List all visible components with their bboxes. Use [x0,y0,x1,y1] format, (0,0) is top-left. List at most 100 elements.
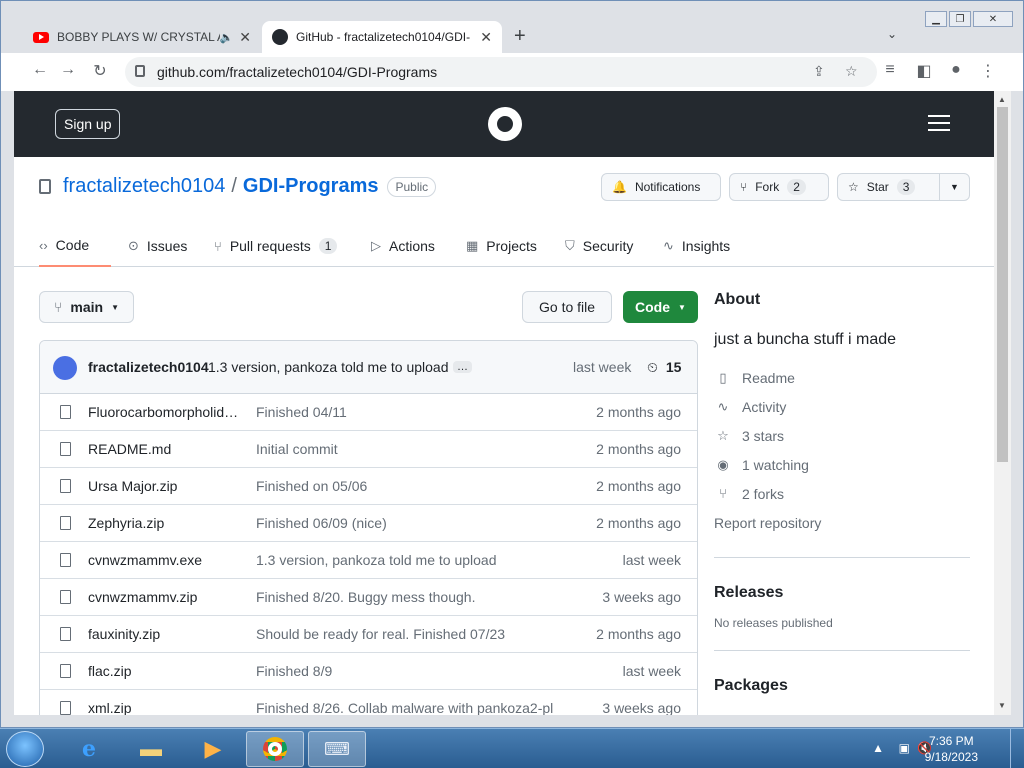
clock[interactable]: 7:36 PM 9/18/2023 [925,733,978,765]
side-panel-icon[interactable]: ◧ [913,61,935,81]
page-scrollbar[interactable]: ▲ ▼ [994,91,1011,715]
lock-icon[interactable] [135,65,145,77]
address-bar[interactable]: github.com/fractalizetech0104/GDI-Progra… [125,57,877,87]
file-commit-message[interactable]: Finished 04/11 [256,404,347,420]
menu-icon[interactable]: ⋮ [977,61,999,81]
fork-icon: ⑂ [740,180,748,194]
network-icon[interactable]: ▣ [899,741,910,755]
show-desktop-button[interactable] [1010,729,1024,768]
file-commit-message[interactable]: Initial commit [256,441,338,457]
table-row[interactable]: cvnwzmammv.exe 1.3 version, pankoza told … [40,542,697,579]
table-row[interactable]: xml.zip Finished 8/26. Collab malware wit… [40,690,697,715]
file-commit-message[interactable]: Finished on 05/06 [256,478,367,494]
reading-list-icon[interactable]: ≡ [879,61,901,79]
on-screen-keyboard-icon[interactable]: ⌨ [308,731,366,767]
file-name-link[interactable]: README.md [88,441,240,457]
star-button[interactable]: ☆ Star 3 ▼ [837,173,970,201]
github-page: Sign up fractalizetech0104 / GDI-Program… [14,91,994,715]
commit-expand-button[interactable]: … [453,361,472,373]
tab-actions[interactable]: ▷ Actions [371,225,435,267]
readme-link[interactable]: ▯ Readme [714,363,970,392]
back-icon[interactable]: ← [29,61,51,79]
releases-heading[interactable]: Releases [714,584,970,602]
file-commit-message[interactable]: Finished 8/26. Collab malware with panko… [256,700,553,715]
code-button[interactable]: Code ▼ [623,291,698,323]
close-tab-icon[interactable]: ✕ [239,29,251,46]
scroll-down-icon[interactable]: ▼ [998,701,1006,710]
table-row[interactable]: Zephyria.zip Finished 06/09 (nice) 2 month… [40,505,697,542]
chrome-icon[interactable] [246,731,304,767]
close-tab-icon[interactable]: ✕ [480,29,492,46]
go-to-file-button[interactable]: Go to file [522,291,613,323]
stars-link[interactable]: ☆ 3 stars [714,421,970,450]
repo-owner-link[interactable]: fractalizetech0104 [63,175,225,198]
table-row[interactable]: Ursa Major.zip Finished on 05/06 2 months … [40,468,697,505]
file-commit-message[interactable]: 1.3 version, pankoza told me to upload [256,552,497,568]
tab-issues[interactable]: ⊙ Issues [128,225,187,267]
file-explorer-icon[interactable]: ▬ [122,731,180,767]
github-logo-icon[interactable] [488,107,522,141]
commit-history-link[interactable]: ⏲ 15 [647,359,681,376]
sign-up-button[interactable]: Sign up [55,109,121,139]
file-commit-message[interactable]: Finished 06/09 (nice) [256,515,387,531]
commit-count: 15 [665,359,682,375]
profile-icon[interactable]: ● [945,61,967,79]
commit-message[interactable]: 1.3 version, pankoza told me to upload [208,359,449,375]
reload-icon[interactable]: ↻ [89,61,111,81]
tab-github[interactable]: GitHub - fractalizetech0104/GDI- ✕ [262,21,502,53]
file-name-link[interactable]: Ursa Major.zip [88,478,240,494]
url-text[interactable]: github.com/fractalizetech0104/GDI-Progra… [157,64,437,80]
file-name-link[interactable]: cvnwzmammv.zip [88,589,240,605]
file-name-link[interactable]: fauxinity.zip [88,626,240,642]
repo-name-link[interactable]: GDI-Programs [243,175,379,198]
commit-time[interactable]: last week [573,359,631,375]
file-name-link[interactable]: xml.zip [88,700,240,715]
new-tab-button[interactable]: + [514,25,526,48]
table-row[interactable]: Fluorocarbomorpholid… Finished 04/11 2 mon… [40,394,697,431]
file-name-link[interactable]: flac.zip [88,663,240,679]
share-icon[interactable]: ⇪ [813,63,825,80]
forks-label: 2 forks [742,485,785,502]
watchers-link[interactable]: ◉ 1 watching [714,450,970,479]
branch-select[interactable]: ⑂ main ▼ [39,291,135,323]
commit-author[interactable]: fractalizetech0104 [88,359,209,375]
tab-projects[interactable]: ▦ Projects [466,225,537,267]
file-commit-message[interactable]: Finished 8/20. Buggy mess though. [256,589,475,605]
file-name-link[interactable]: Zephyria.zip [88,515,240,531]
file-name-link[interactable]: Fluorocarbomorpholid… [88,404,240,420]
tab-youtube[interactable]: BOBBY PLAYS W/ CRYSTAL A 🔈 ✕ [23,21,261,53]
table-row[interactable]: flac.zip Finished 8/9 last week [40,653,697,690]
table-row[interactable]: cvnwzmammv.zip Finished 8/20. Buggy mess … [40,579,697,616]
bookmark-star-icon[interactable]: ☆ [845,63,858,80]
restore-icon[interactable]: ❐ [949,11,971,27]
file-commit-message[interactable]: Finished 8/9 [256,663,332,679]
notifications-button[interactable]: 🔔 Notifications [601,173,721,201]
file-name-link[interactable]: cvnwzmammv.exe [88,552,240,568]
table-row[interactable]: README.md Initial commit 2 months ago [40,431,697,468]
forward-icon[interactable]: → [57,61,79,79]
tab-security[interactable]: ⛉ Security [565,225,633,267]
star-dropdown-icon[interactable]: ▼ [939,174,969,200]
file-commit-message[interactable]: Should be ready for real. Finished 07/23 [256,626,505,642]
scroll-thumb[interactable] [997,107,1008,462]
tab-code[interactable]: ‹› Code [39,225,111,267]
table-row[interactable]: fauxinity.zip Should be ready for real. F… [40,616,697,653]
hamburger-menu-icon[interactable] [928,115,950,136]
scroll-up-icon[interactable]: ▲ [998,95,1006,104]
activity-link[interactable]: ∿ Activity [714,392,970,421]
media-player-icon[interactable]: ▶ [184,731,242,767]
avatar[interactable] [53,356,77,380]
close-window-icon[interactable]: ✕ [973,11,1013,27]
tab-pull-requests[interactable]: ⑂ Pull requests 1 [214,225,338,267]
forks-link[interactable]: ⑂ 2 forks [714,479,970,508]
packages-heading[interactable]: Packages [714,677,970,695]
minimize-icon[interactable]: ▁ [925,11,947,27]
tab-insights[interactable]: ∿ Insights [663,225,730,267]
internet-explorer-icon[interactable]: e [60,731,118,767]
fork-button[interactable]: ⑂ Fork 2 [729,173,829,201]
start-button[interactable] [6,731,44,767]
show-hidden-icons-icon[interactable]: ▲ [872,741,884,755]
speaker-icon[interactable]: 🔈 [220,31,234,44]
report-repository-link[interactable]: Report repository [714,508,970,537]
tab-search-icon[interactable]: ⌄ [887,27,897,41]
